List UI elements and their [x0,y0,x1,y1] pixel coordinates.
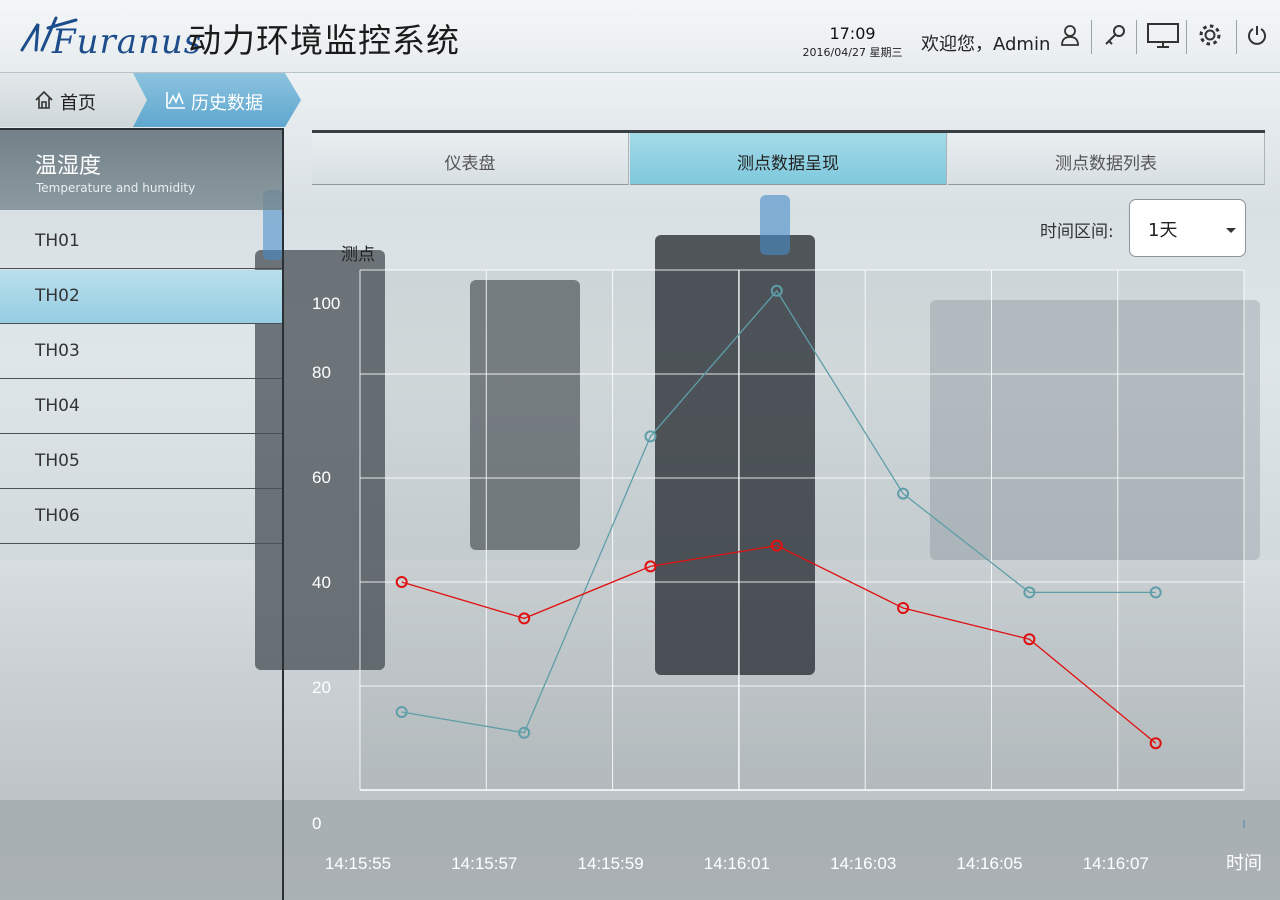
tab-dashboard[interactable]: 仪表盘 [312,133,629,185]
view-tabs: 仪表盘 测点数据呈现 测点数据列表 [312,130,1265,188]
sidebar-item-label: TH04 [35,396,80,416]
chevron-down-icon [1226,228,1236,233]
clock-time: 17:09 [829,24,876,43]
sidebar-item-th01[interactable]: TH01 [0,215,282,269]
logo-text: Furanus [52,22,203,62]
time-range-label: 时间区间: [1040,222,1114,242]
x-tick-label: 14:15:59 [578,854,644,873]
header-divider [1236,20,1237,54]
sidebar-item-label: TH02 [35,286,80,306]
home-icon [35,90,53,109]
tab-label: 仪表盘 [444,154,496,174]
breadcrumb-history[interactable]: 历史数据 [133,73,301,127]
breadcrumb-home[interactable]: 首页 [0,73,150,127]
sidebar: 温湿度 Temperature and humidity TH01 TH02 T… [0,128,284,900]
y-tick-label: 0 [312,814,321,833]
y-tick-label: 20 [312,678,331,697]
x-tick-label: 14:15:57 [451,854,517,873]
sidebar-item-th06[interactable]: TH06 [0,490,282,544]
brand-logo[interactable]: Furanus [18,10,201,62]
chart-y-label: 测点 [341,245,375,265]
time-range-select[interactable]: 1天 [1129,199,1246,257]
breadcrumb-home-label: 首页 [60,93,96,114]
clock: 17:09 2016/04/27 星期三 [790,24,915,60]
header-divider [1186,20,1187,54]
y-tick-label: 40 [312,573,331,592]
sidebar-subtitle: Temperature and humidity [36,181,196,195]
tab-data-list[interactable]: 测点数据列表 [948,133,1265,185]
sidebar-item-label: TH03 [35,341,80,361]
x-tick-label: 14:16:05 [956,854,1022,873]
y-tick-label: 80 [312,363,331,382]
sidebar-item-label: TH01 [35,231,80,251]
header-divider [1136,20,1137,54]
sidebar-header: 温湿度 Temperature and humidity [0,128,282,210]
sidebar-item-label: TH06 [35,506,80,526]
time-range-value: 1天 [1148,220,1178,241]
sidebar-item-th03[interactable]: TH03 [0,325,282,379]
y-tick-label: 100 [312,294,340,313]
plot-area [360,270,1244,790]
x-axis-label: 时间 [1226,853,1262,874]
breadcrumb: 首页 历史数据 [0,73,1280,127]
sidebar-item-th04[interactable]: TH04 [0,380,282,434]
x-tick-label: 14:16:01 [704,854,770,873]
system-title: 动力环境监控系统 [188,21,460,60]
power-icon[interactable] [1242,20,1272,50]
tab-label: 测点数据列表 [1055,154,1157,174]
welcome-text: 欢迎您，Admin [921,34,1051,55]
x-tick-label: 14:16:07 [1083,854,1149,873]
x-tick-label: 14:16:03 [830,854,896,873]
sidebar-item-label: TH05 [35,451,80,471]
clock-date: 2016/04/27 星期三 [802,46,903,59]
tab-data-chart[interactable]: 测点数据呈现 [630,133,947,185]
gear-icon[interactable] [1195,20,1225,50]
tab-label: 测点数据呈现 [737,154,839,174]
sidebar-item-th05[interactable]: TH05 [0,435,282,489]
app-header: Furanus 动力环境监控系统 17:09 2016/04/27 星期三 欢迎… [0,0,1280,73]
breadcrumb-history-label: 历史数据 [191,93,263,114]
y-tick-label: 60 [312,468,331,487]
monitor-icon[interactable] [1145,20,1181,50]
sidebar-item-th02[interactable]: TH02 [0,270,282,324]
sidebar-title: 温湿度 [35,154,102,179]
chart-icon [166,91,185,109]
x-tick-label: 14:15:55 [325,854,391,873]
key-icon[interactable] [1100,20,1130,50]
user-icon[interactable] [1055,20,1085,50]
header-divider [1091,20,1092,54]
